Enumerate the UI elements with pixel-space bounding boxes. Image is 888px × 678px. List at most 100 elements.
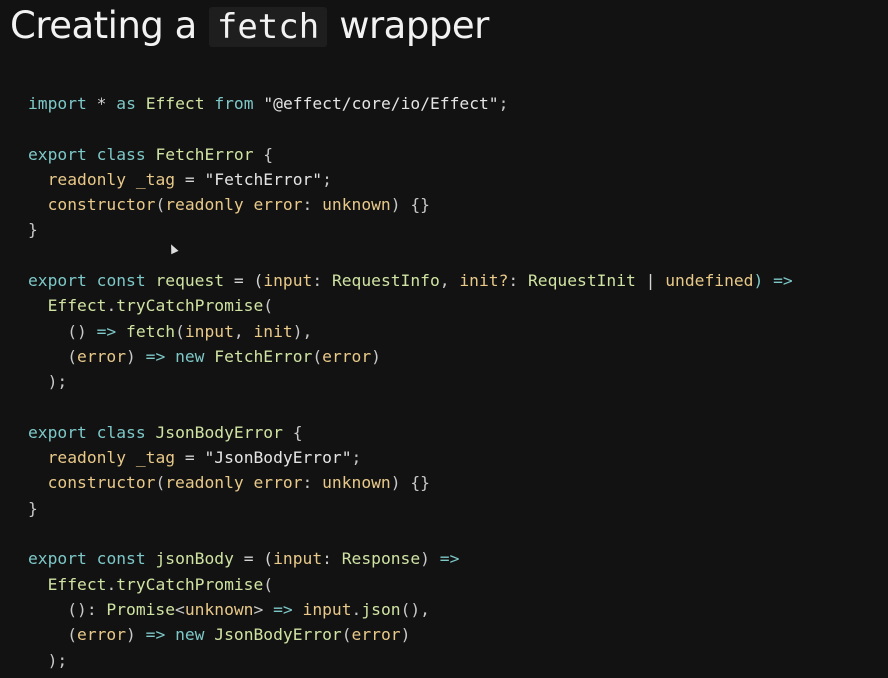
code-token: json bbox=[361, 599, 401, 619]
slide: Creating a fetch wrapper import * as Eff… bbox=[0, 0, 888, 678]
code-token: . bbox=[106, 296, 117, 316]
code-line: constructor(readonly error: unknown) {} bbox=[28, 470, 793, 495]
code-token: error bbox=[253, 195, 303, 215]
code-token: init bbox=[253, 321, 293, 341]
code-token: JsonBodyError bbox=[155, 422, 283, 442]
code-token: } bbox=[28, 498, 38, 518]
code-token: ; bbox=[322, 169, 332, 189]
code-token: (), bbox=[400, 599, 430, 619]
code-line: ); bbox=[28, 369, 793, 394]
code-line: readonly _tag = "JsonBodyError"; bbox=[28, 445, 793, 470]
code-token: ) bbox=[420, 549, 440, 569]
code-token: class bbox=[96, 144, 146, 164]
code-token: undefined bbox=[665, 271, 754, 291]
code-token: export bbox=[28, 144, 87, 164]
code-token: ) bbox=[126, 625, 146, 645]
code-block: import * as Effect from "@effect/core/io… bbox=[28, 91, 793, 673]
code-token: "JsonBodyError" bbox=[204, 448, 352, 468]
code-line: constructor(readonly error: unknown) {} bbox=[28, 192, 793, 217]
code-line: export class JsonBodyError { bbox=[28, 420, 793, 445]
code-token: new bbox=[175, 625, 205, 645]
code-token: error bbox=[77, 346, 127, 366]
code-line: () => fetch(input, init), bbox=[28, 319, 793, 344]
code-token: export bbox=[28, 422, 87, 442]
code-token: ( bbox=[263, 296, 274, 316]
code-token: = bbox=[175, 169, 205, 189]
code-token: => bbox=[439, 549, 460, 569]
code-token: Effect bbox=[145, 94, 205, 113]
code-token: > bbox=[253, 599, 274, 619]
code-token: Effect bbox=[47, 574, 107, 594]
code-token: ) {} bbox=[390, 195, 430, 215]
code-token: | bbox=[635, 271, 666, 291]
code-token: => bbox=[273, 599, 293, 619]
code-token: jsonBody bbox=[155, 549, 234, 569]
code-line: ); bbox=[28, 648, 793, 673]
code-token: JsonBodyError bbox=[214, 625, 342, 645]
code-token: "FetchError" bbox=[204, 169, 323, 189]
code-token: constructor bbox=[47, 473, 156, 493]
code-token: error bbox=[77, 625, 127, 645]
code-token: : bbox=[302, 473, 323, 493]
code-token: const bbox=[96, 271, 146, 291]
code-token: ( bbox=[155, 195, 166, 215]
code-token: } bbox=[28, 220, 38, 240]
code-token: tryCatchPromise bbox=[116, 296, 264, 316]
code-token: unknown bbox=[322, 473, 391, 493]
code-token: FetchError bbox=[214, 346, 313, 366]
code-token: , bbox=[233, 321, 254, 341]
code-token: ), bbox=[292, 321, 313, 341]
code-token: : bbox=[302, 195, 323, 215]
code-token: ; bbox=[498, 94, 509, 113]
code-token: ) => bbox=[753, 271, 793, 291]
code-token: : bbox=[322, 549, 342, 569]
code-line: } bbox=[28, 217, 793, 242]
code-token: fetch bbox=[126, 321, 176, 341]
code-token: { bbox=[253, 144, 274, 164]
code-line: (error) => new JsonBodyError(error) bbox=[28, 622, 793, 647]
code-token: { bbox=[282, 422, 303, 442]
code-token: ( bbox=[341, 625, 352, 645]
code-line: readonly _tag = "FetchError"; bbox=[28, 167, 793, 192]
code-token: (): bbox=[28, 599, 107, 619]
code-token: error bbox=[322, 346, 372, 366]
code-token: Promise bbox=[106, 599, 176, 619]
code-token: * bbox=[96, 94, 107, 113]
code-token: < bbox=[175, 599, 185, 619]
code-token: ( bbox=[155, 473, 166, 493]
code-token: = bbox=[175, 448, 205, 468]
code-token: ( bbox=[28, 346, 78, 366]
code-token: _tag bbox=[135, 169, 176, 189]
code-line: Effect.tryCatchPromise( bbox=[28, 293, 793, 318]
code-token: input bbox=[302, 599, 352, 619]
code-line: export const jsonBody = (input: Response… bbox=[28, 546, 793, 571]
title-code: fetch bbox=[208, 7, 328, 47]
code-token: "@effect/core/io/Effect" bbox=[263, 94, 499, 113]
code-token: . bbox=[106, 574, 117, 594]
code-token: ; bbox=[351, 448, 362, 468]
code-token: readonly bbox=[47, 169, 127, 189]
code-line: export class FetchError { bbox=[28, 142, 793, 167]
